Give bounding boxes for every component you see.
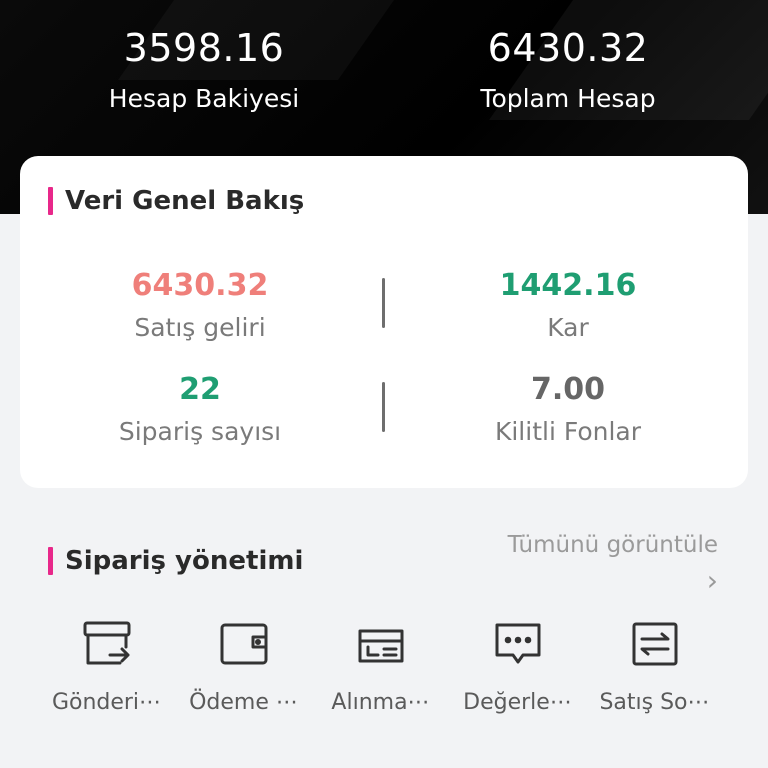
wallet-icon: [216, 616, 272, 672]
review-chat-icon: [490, 616, 546, 672]
metric-label: Kar: [547, 313, 589, 342]
shipping-box-icon: [79, 616, 135, 672]
metric-label: Satış geliri: [134, 313, 266, 342]
metric-divider: [382, 278, 385, 328]
metric-sales-revenue[interactable]: 6430.32 Satış geliri: [20, 268, 380, 342]
order-shortcut-shipping[interactable]: Gönderi⋯: [38, 616, 175, 715]
after-sales-icon: [627, 616, 683, 672]
metric-locked-funds[interactable]: 7.00 Kilitli Fonlar: [388, 372, 748, 446]
view-all-link[interactable]: Tümünü görüntüle ›: [508, 532, 718, 597]
metric-value: 6430.32: [131, 268, 269, 303]
shortcut-label: Ödeme ⋯: [189, 690, 298, 715]
title-accent-bar: [48, 187, 53, 215]
metric-value: 22: [179, 372, 221, 407]
account-balance[interactable]: 3598.16 Hesap Bakiyesi: [12, 26, 396, 113]
title-accent-bar: [48, 547, 53, 575]
data-overview-card: Veri Genel Bakış 6430.32 Satış geliri 14…: [20, 156, 748, 488]
shortcut-label: Değerle⋯: [463, 690, 572, 715]
receive-card-icon: [353, 616, 409, 672]
total-account[interactable]: 6430.32 Toplam Hesap: [376, 26, 760, 113]
total-account-value: 6430.32: [487, 26, 649, 70]
account-balance-value: 3598.16: [123, 26, 285, 70]
metric-label: Sipariş sayısı: [118, 417, 282, 446]
metric-profit[interactable]: 1442.16 Kar: [388, 268, 748, 342]
overview-title-text: Veri Genel Bakış: [65, 186, 305, 216]
metric-divider: [382, 382, 385, 432]
order-shortcut-review[interactable]: Değerle⋯: [449, 616, 586, 715]
shortcut-label: Gönderi⋯: [51, 690, 162, 715]
order-shortcut-payment[interactable]: Ödeme ⋯: [175, 616, 312, 715]
metric-order-count[interactable]: 22 Sipariş sayısı: [20, 372, 380, 446]
shortcut-label: Satış So⋯: [599, 690, 710, 715]
order-shortcut-after-sales[interactable]: Satış So⋯: [586, 616, 723, 715]
orders-title-text: Sipariş yönetimi: [65, 546, 304, 576]
overview-title: Veri Genel Bakış: [48, 186, 304, 216]
order-shortcuts: Gönderi⋯ Ödeme ⋯ Alınma⋯ Değerle⋯ Satış …: [0, 616, 768, 715]
metric-value: 1442.16: [499, 268, 637, 303]
orders-title: Sipariş yönetimi: [48, 546, 303, 576]
metric-label: Kilitli Fonlar: [494, 417, 642, 446]
shortcut-label: Alınma⋯: [331, 690, 430, 715]
account-balance-label: Hesap Bakiyesi: [108, 84, 300, 113]
metric-value: 7.00: [530, 372, 606, 407]
order-shortcut-receive[interactable]: Alınma⋯: [312, 616, 449, 715]
total-account-label: Toplam Hesap: [480, 84, 656, 113]
view-all-text: Tümünü görüntüle: [507, 532, 718, 558]
chevron-right-icon: ›: [706, 564, 718, 597]
